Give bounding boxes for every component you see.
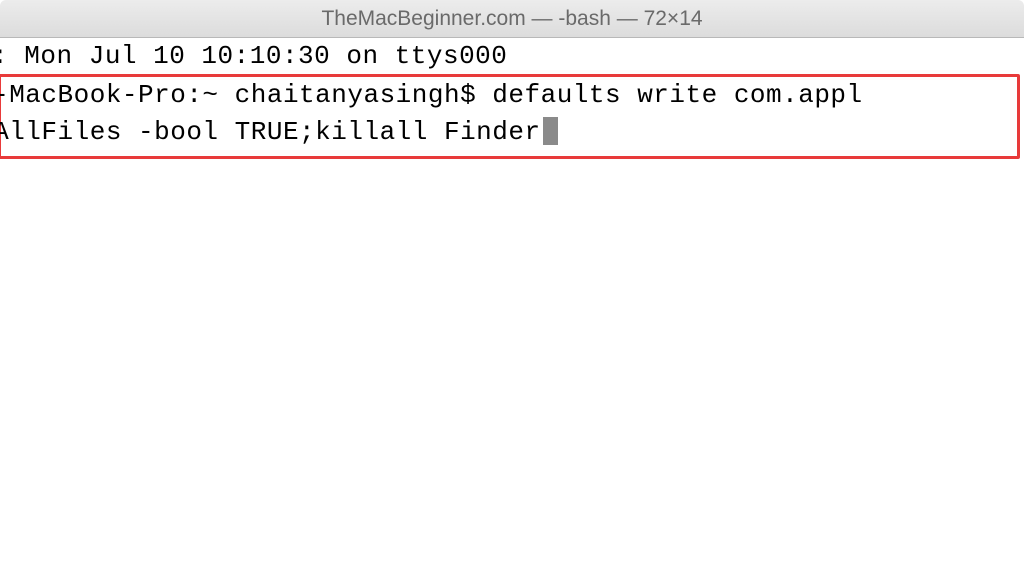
terminal-window: TheMacBeginner.com — -bash — 72×14 n: Mo… xyxy=(0,0,1024,576)
highlight-box: s-MacBook-Pro:~ chaitanyasingh$ defaults… xyxy=(0,74,1020,159)
terminal-login-line: n: Mon Jul 10 10:10:30 on ttys000 xyxy=(0,38,1024,76)
terminal-command-line-1: s-MacBook-Pro:~ chaitanyasingh$ defaults… xyxy=(0,77,1017,115)
terminal-body[interactable]: n: Mon Jul 10 10:10:30 on ttys000 s-MacB… xyxy=(0,38,1024,159)
cursor-icon xyxy=(543,117,558,145)
window-titlebar: TheMacBeginner.com — -bash — 72×14 xyxy=(0,0,1024,38)
terminal-command-line-2: wAllFiles -bool TRUE;killall Finder xyxy=(0,114,1017,152)
window-title: TheMacBeginner.com — -bash — 72×14 xyxy=(321,7,702,31)
